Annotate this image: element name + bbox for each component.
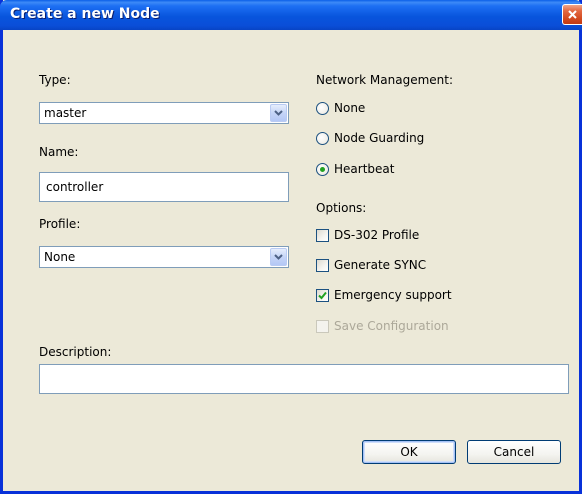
radio-heartbeat-indicator [316,163,329,176]
options-label: Options: [316,201,367,215]
name-input[interactable] [40,173,288,201]
radio-selected-dot [320,167,325,172]
type-combobox[interactable]: master [39,102,289,124]
checkbox-emergency-support-label: Emergency support [334,288,452,302]
title-bar[interactable]: Create a new Node [0,0,582,30]
description-label: Description: [39,345,112,359]
name-label: Name: [39,145,79,159]
checkbox-ds302-profile-box [316,229,329,242]
dialog-window: Create a new Node Type: master Name: Pro… [0,0,582,494]
profile-selected-value: None [44,250,76,264]
close-icon [568,10,577,19]
profile-combobox[interactable]: None [39,246,289,268]
type-selected-value: master [44,106,87,120]
checkbox-generate-sync-box [316,259,329,272]
radio-node-guarding-label: Node Guarding [334,131,425,145]
radio-heartbeat-label: Heartbeat [334,162,395,176]
cancel-button[interactable]: Cancel [467,440,561,464]
chevron-down-icon [274,110,283,116]
profile-dropdown-button[interactable] [270,248,287,266]
ok-button[interactable]: OK [362,440,456,464]
close-button[interactable] [562,4,582,25]
type-label: Type: [39,73,71,87]
radio-none-indicator [316,102,329,115]
radio-node-guarding-indicator [316,132,329,145]
checkmark-icon [318,291,327,300]
name-field[interactable] [39,172,289,202]
chevron-down-icon [274,254,283,260]
radio-none-label: None [334,101,366,115]
checkbox-save-configuration-label: Save Configuration [334,319,449,333]
profile-label: Profile: [39,217,81,231]
checkbox-emergency-support-box [316,289,329,302]
window-title: Create a new Node [10,6,160,22]
description-field[interactable] [39,364,569,394]
checkbox-generate-sync-label: Generate SYNC [334,258,427,272]
checkbox-save-configuration-box [316,320,329,333]
checkbox-ds302-profile-label: DS-302 Profile [334,228,420,242]
description-input[interactable] [40,365,568,393]
network-management-label: Network Management: [316,73,454,87]
type-dropdown-button[interactable] [270,104,287,122]
